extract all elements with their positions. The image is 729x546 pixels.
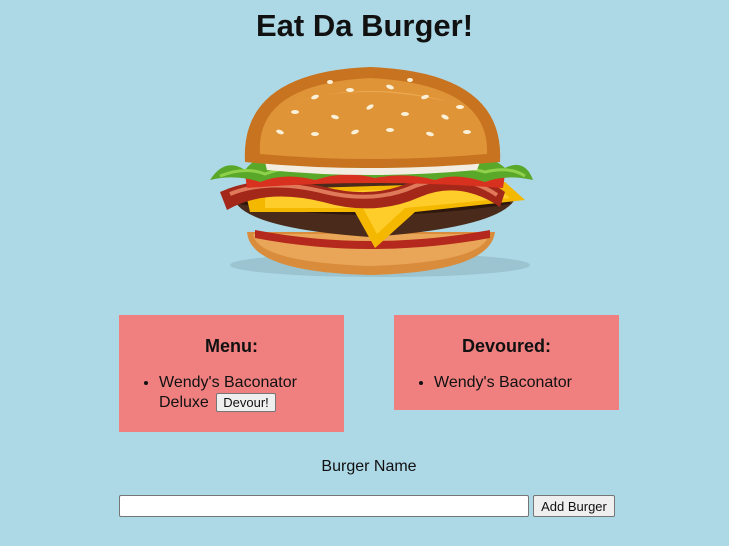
menu-panel: Menu: Wendy's Baconator Deluxe Devour! xyxy=(119,315,344,432)
burger-image xyxy=(210,67,533,277)
devoured-item-label: Wendy's Baconator xyxy=(434,374,572,391)
menu-list: Wendy's Baconator Deluxe Devour! xyxy=(119,373,344,413)
add-burger-button[interactable]: Add Burger xyxy=(533,495,615,517)
menu-heading: Menu: xyxy=(205,336,258,356)
devoured-panel: Devoured: Wendy's Baconator xyxy=(394,315,619,410)
burger-name-input[interactable] xyxy=(119,495,529,517)
devoured-heading: Devoured: xyxy=(461,336,551,356)
page-title: Eat Da Burger! xyxy=(255,8,474,43)
devour-button[interactable]: Devour! xyxy=(216,393,276,412)
burger-name-label: Burger Name xyxy=(321,458,417,475)
menu-item: Wendy's Baconator Deluxe Devour! xyxy=(159,373,324,413)
devoured-list: Wendy's Baconator xyxy=(394,373,619,393)
devoured-item: Wendy's Baconator xyxy=(434,373,599,393)
